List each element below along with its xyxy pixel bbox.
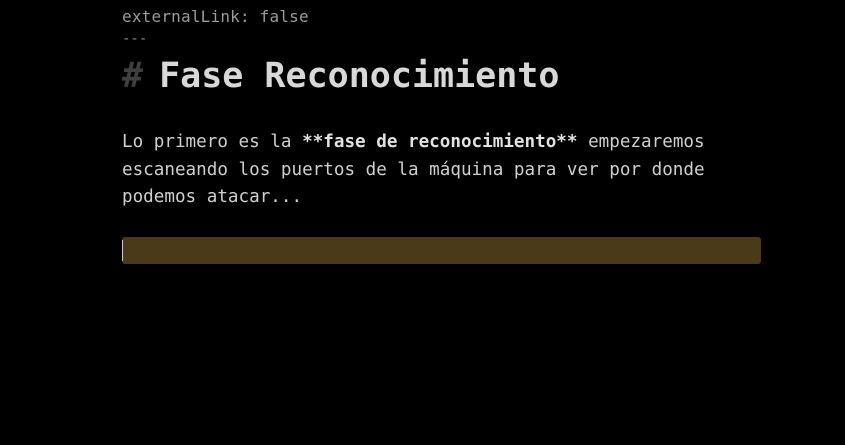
paragraph-text: Lo primero es la <box>122 132 303 152</box>
text-cursor <box>122 240 123 261</box>
paragraph-text: empezaremos <box>577 132 705 152</box>
paragraph-text: podemos atacar... <box>122 187 303 207</box>
heading-marker: # <box>122 56 144 96</box>
paragraph-bold-text: **fase de reconocimiento** <box>302 132 578 152</box>
active-line-highlight[interactable] <box>122 237 761 264</box>
paragraph-text: escaneando los puertos de la máquina par… <box>122 159 705 180</box>
frontmatter-property[interactable]: externalLink: false <box>122 7 309 26</box>
paragraph[interactable]: Lo primero es la **fase de reconocimient… <box>122 129 762 212</box>
heading-text: Fase Reconocimiento <box>159 56 560 96</box>
frontmatter-delimiter: --- <box>122 31 148 47</box>
heading-line[interactable]: # Fase Reconocimiento <box>122 56 559 96</box>
